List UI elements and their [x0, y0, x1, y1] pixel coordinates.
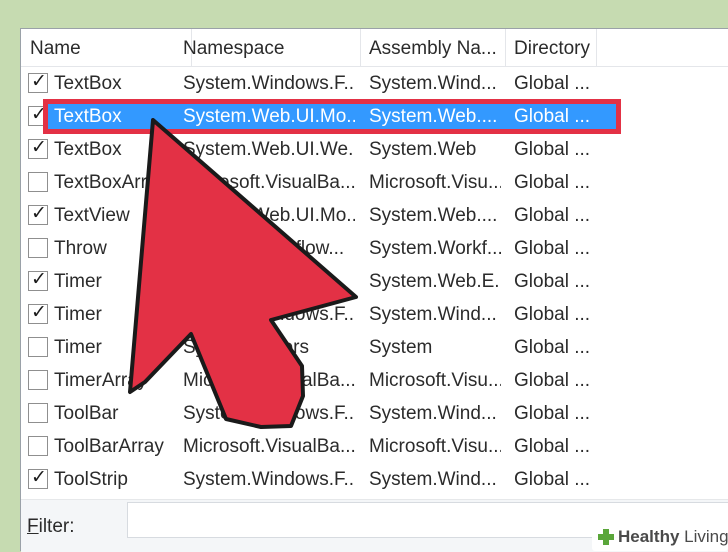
row-checkbox[interactable]: ✓ [28, 268, 48, 291]
column-header-namespace[interactable]: Namespace [174, 29, 361, 67]
table-row[interactable]: ToolBarArray Microsoft.VisualBa... Microso… [21, 430, 728, 463]
watermark-text: Healthy Living [618, 527, 728, 546]
row-checkbox[interactable]: ✓ [28, 301, 48, 324]
cell-namespace: Microsoft.VisualBa... [183, 172, 355, 193]
cell-directory: Global ... [514, 271, 591, 292]
cell-assembly: System.Web.... [369, 205, 498, 226]
row-checkbox[interactable] [28, 337, 48, 357]
row-checkbox[interactable] [28, 436, 48, 456]
checkmark-icon: ✓ [31, 301, 47, 323]
cell-assembly: Microsoft.Visu... [369, 172, 501, 193]
cell-namespace: System.Web.UI.Mo... [183, 205, 355, 226]
cell-name: TextBox [54, 139, 122, 160]
cell-namespace: System.Web.UI.We... [183, 139, 355, 160]
cell-namespace: System.Workflow... [183, 238, 345, 259]
plus-icon [598, 529, 614, 545]
table-row[interactable]: ✓ TextBox System.Web.UI.We... System.Web Glo… [21, 133, 728, 166]
row-checkbox[interactable]: ✓ [28, 70, 48, 93]
column-header-assembly-name[interactable]: Assembly Na... [360, 29, 506, 67]
cell-assembly: System.Wind... [369, 304, 497, 325]
list-header: Name Namespace Assembly Na... Directory [21, 29, 728, 67]
checkmark-icon: ✓ [31, 466, 47, 488]
cell-assembly: System.Wind... [369, 73, 497, 94]
cell-assembly: System.Workf... [369, 238, 501, 259]
cell-directory: Global ... [514, 370, 591, 391]
screenshot-frame: Name Namespace Assembly Na... Directory … [0, 0, 728, 552]
table-row[interactable]: ✓ TextBox System.Web.UI.Mo... System.Web...… [21, 99, 728, 134]
cell-directory: Global ... [514, 403, 591, 424]
cell-name: Timer [54, 271, 102, 292]
cell-assembly: System [369, 337, 433, 358]
table-row[interactable]: ✓ TextBox System.Windows.F... System.Wind..… [21, 67, 728, 100]
cell-name: Timer [54, 337, 102, 358]
cell-namespace: System.Windows.F... [183, 73, 355, 94]
row-checkbox[interactable] [28, 403, 48, 423]
row-checkbox[interactable]: ✓ [28, 136, 48, 159]
table-row[interactable]: TextBoxArray Microsoft.VisualBa... Microso… [21, 166, 728, 199]
cell-namespace: System.Web.UI... [183, 271, 331, 292]
cell-assembly: System.Web [369, 139, 477, 160]
healthy-living-watermark: Healthy Living [592, 523, 728, 551]
table-row[interactable]: Timer System.Timers System Global ... [21, 331, 728, 364]
cell-directory: Global ... [514, 172, 591, 193]
cell-directory: Global ... [514, 337, 591, 358]
column-header-name[interactable]: Name [21, 29, 192, 67]
cell-name: Timer [54, 304, 102, 325]
cell-namespace: Microsoft.VisualBa... [183, 436, 355, 457]
row-checkbox[interactable]: ✓ [28, 466, 48, 489]
column-header-directory[interactable]: Directory [505, 29, 597, 67]
table-row[interactable]: ✓ Timer System.Windows.F... System.Wind... G… [21, 298, 728, 331]
cell-name: Throw [54, 238, 107, 259]
cell-assembly: Microsoft.Visu... [369, 436, 501, 457]
cell-directory: Global ... [514, 469, 591, 489]
cell-assembly: Microsoft.Visu... [369, 370, 501, 391]
cell-namespace: System.Timers [183, 337, 309, 358]
checkmark-icon: ✓ [31, 70, 47, 92]
table-row[interactable]: ✓ ToolStrip System.Windows.F... System.Wind… [21, 463, 728, 489]
cell-directory: Global ... [514, 238, 591, 259]
cell-namespace: System.Windows.F... [183, 304, 355, 325]
checkmark-icon: ✓ [31, 268, 47, 290]
cell-name: ToolBarArray [54, 436, 164, 457]
cell-assembly: System.Wind... [369, 403, 497, 424]
cell-name: ToolStrip [54, 469, 128, 489]
cell-directory: Global ... [514, 139, 591, 160]
filter-label: Filter: [27, 516, 75, 537]
row-checkbox[interactable] [28, 172, 48, 192]
row-checkbox[interactable] [28, 238, 48, 258]
cell-directory: Global ... [514, 205, 591, 226]
table-row[interactable]: TimerArray Microsoft.VisualBa... Microsoft… [21, 364, 728, 397]
table-row[interactable]: ✓ Timer System.Web.UI... System.Web.E... Glo… [21, 265, 728, 298]
cell-namespace: System.Windows.F... [183, 403, 355, 424]
red-highlight-box [43, 99, 621, 134]
cell-name: ToolBar [54, 403, 119, 424]
row-checkbox[interactable] [28, 370, 48, 390]
cell-directory: Global ... [514, 73, 591, 94]
cell-namespace: Microsoft.VisualBa... [183, 370, 355, 391]
cell-assembly: System.Wind... [369, 469, 497, 489]
choose-toolbox-items-window: Name Namespace Assembly Na... Directory … [20, 28, 728, 552]
components-list[interactable]: Name Namespace Assembly Na... Directory … [21, 29, 728, 489]
checkmark-icon: ✓ [31, 202, 47, 224]
cell-assembly: System.Web.E... [369, 271, 501, 292]
cell-namespace: System.Windows.F... [183, 469, 355, 489]
cell-directory: Global ... [514, 436, 591, 457]
table-row[interactable]: ✓ TextView System.Web.UI.Mo... System.Web..… [21, 199, 728, 232]
cell-name: TimerArray [54, 370, 148, 391]
table-row[interactable]: Throw System.Workflow... System.Workf... Gl… [21, 232, 728, 265]
cell-directory: Global ... [514, 304, 591, 325]
table-row[interactable]: ToolBar System.Windows.F... System.Wind...… [21, 397, 728, 430]
cell-name: TextBoxArray [54, 172, 167, 193]
cell-name: TextBox [54, 73, 122, 94]
cell-name: TextView [54, 205, 130, 226]
row-checkbox[interactable]: ✓ [28, 202, 48, 225]
checkmark-icon: ✓ [31, 136, 47, 158]
